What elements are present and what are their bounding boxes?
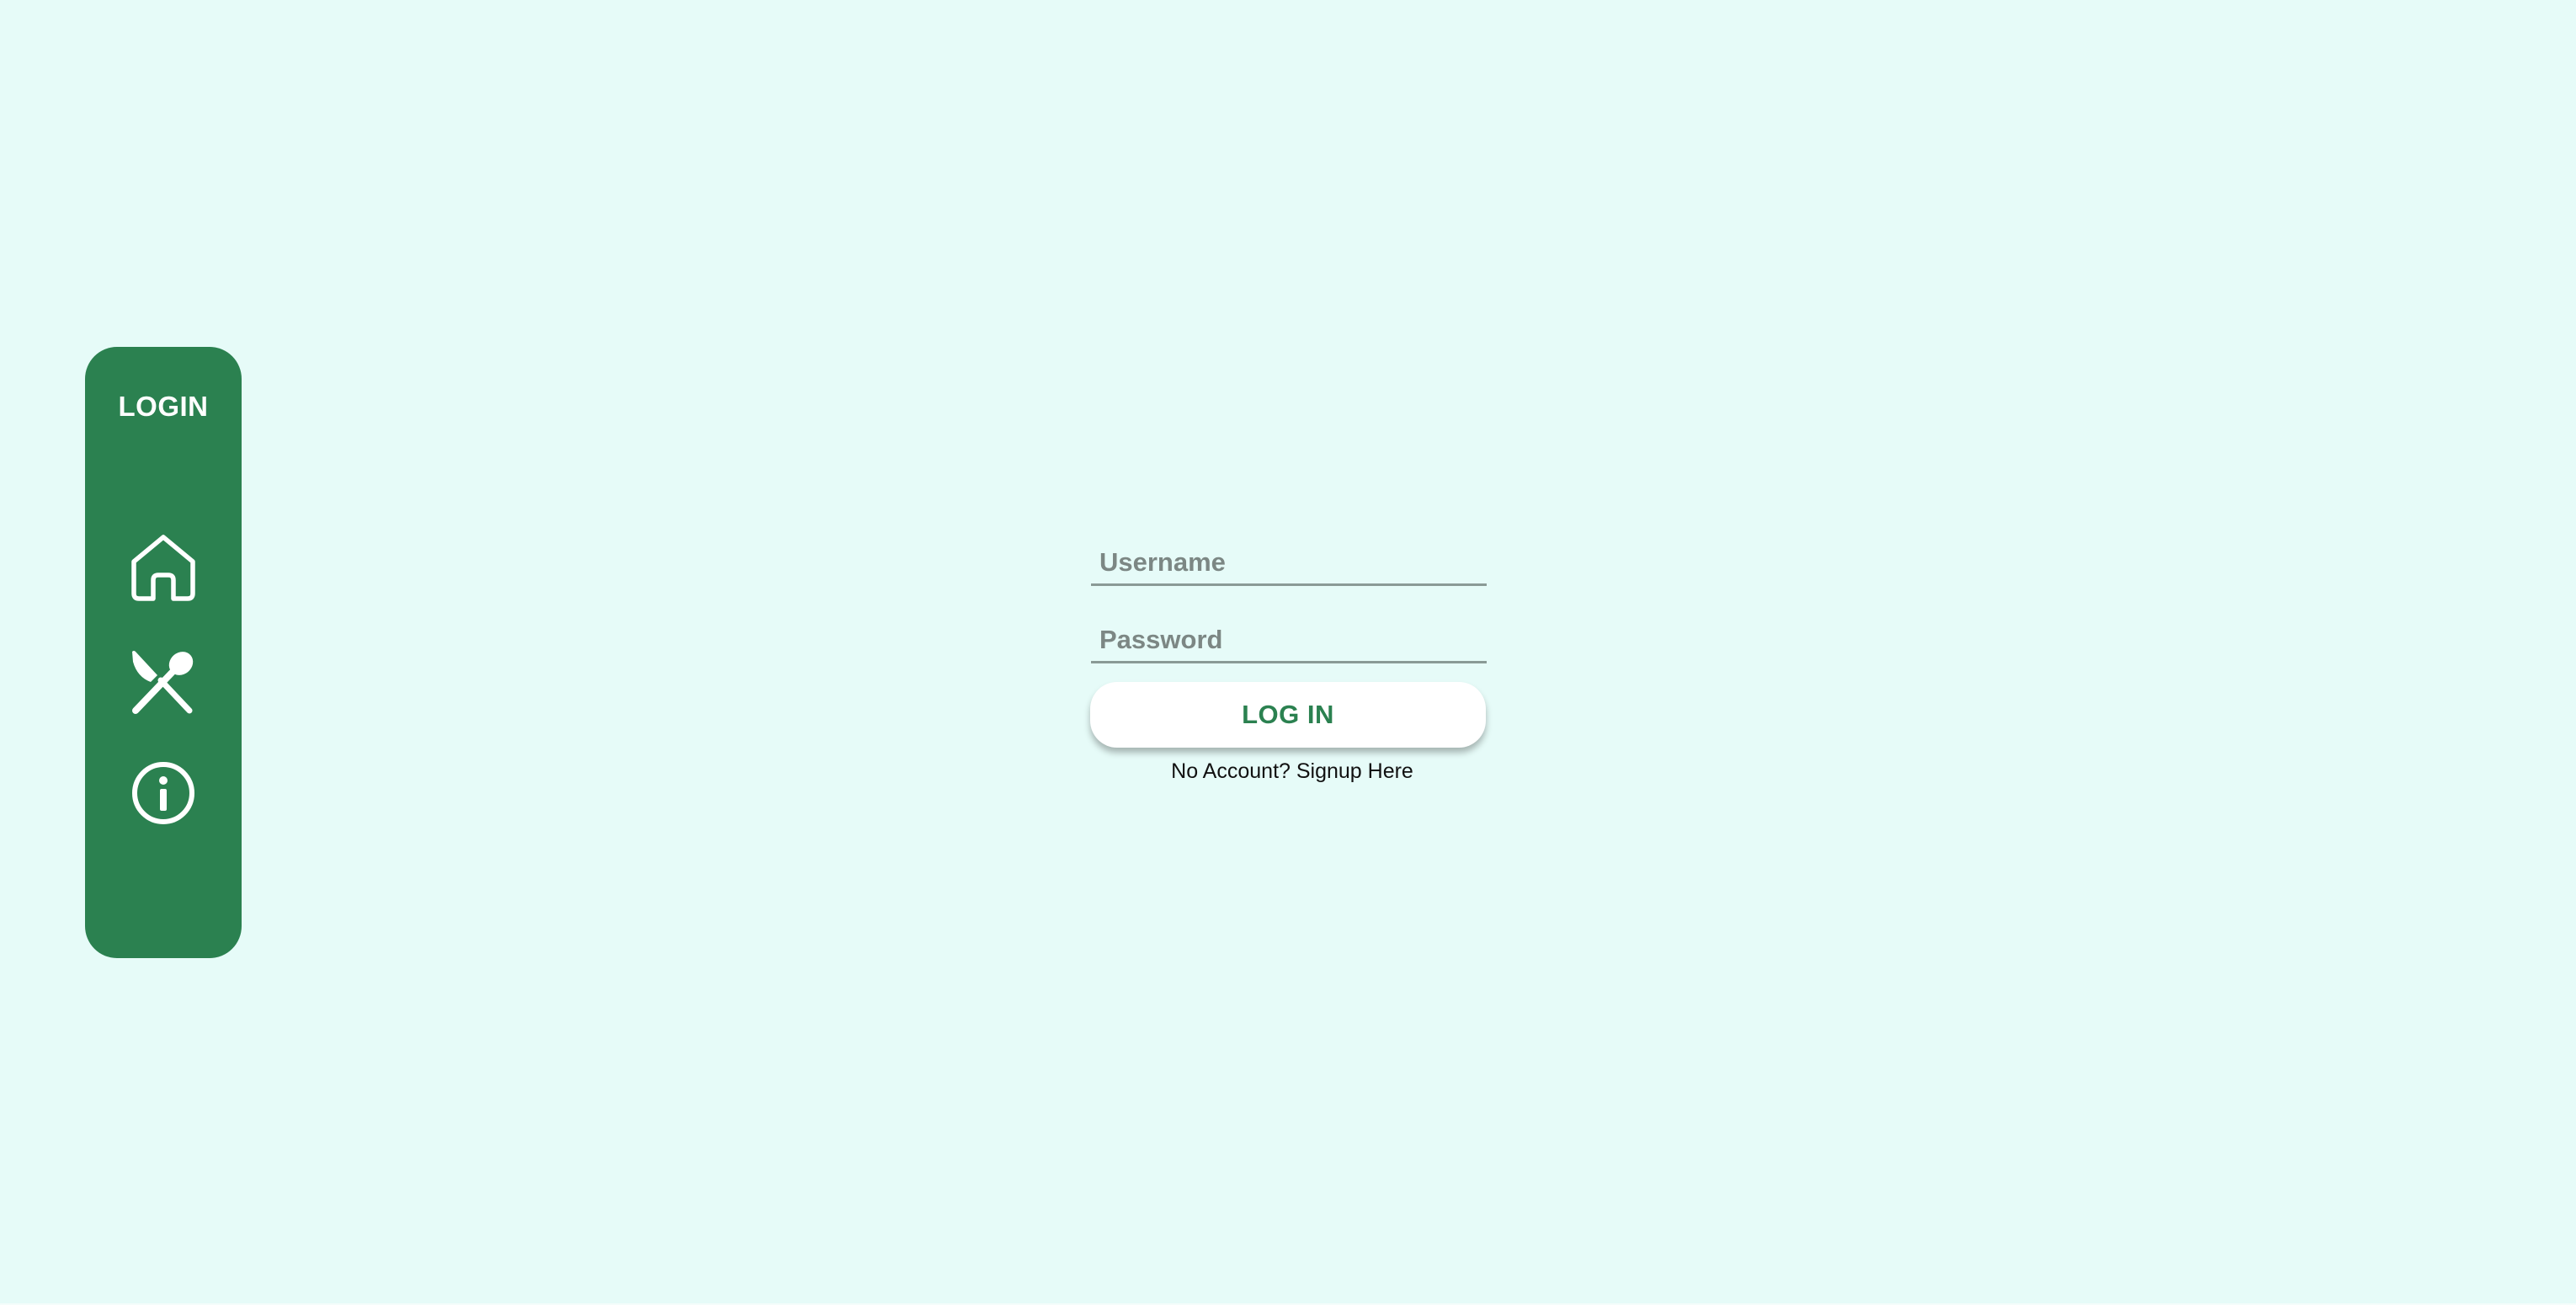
sidebar-item-home[interactable]	[129, 533, 198, 602]
sidebar-login-link[interactable]: LOGIN	[85, 391, 242, 423]
info-icon	[129, 759, 198, 828]
username-input[interactable]	[1091, 546, 1487, 586]
signup-link[interactable]: No Account? Signup Here	[1091, 759, 1493, 784]
password-input[interactable]	[1091, 623, 1487, 663]
sidebar-item-info[interactable]	[129, 759, 198, 828]
sidebar-item-menu[interactable]	[129, 647, 198, 716]
login-page: LOGIN Username LOG IN No Account? Signup…	[0, 0, 2576, 1305]
home-icon	[129, 533, 198, 602]
login-button[interactable]: LOG IN	[1090, 682, 1486, 748]
fork-spoon-icon	[129, 647, 198, 716]
